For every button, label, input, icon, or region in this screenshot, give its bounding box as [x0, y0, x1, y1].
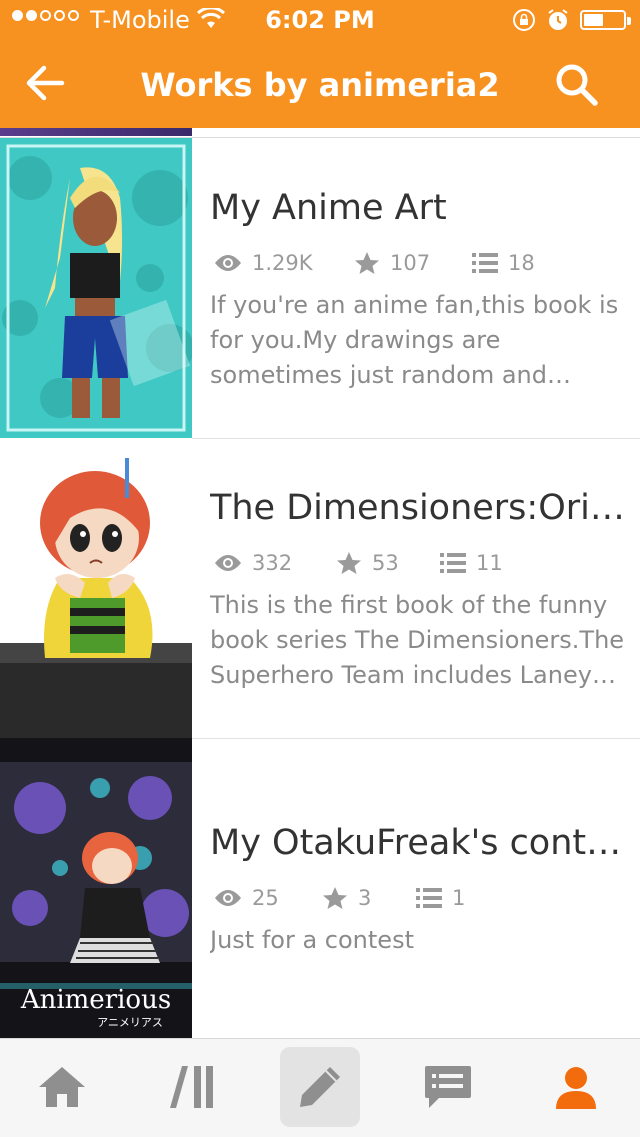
search-icon[interactable] [552, 60, 600, 108]
work-row[interactable]: My Anime Art 1.29K 107 18 If you're an a… [0, 138, 640, 439]
eye-icon [215, 555, 241, 571]
tab-write[interactable] [280, 1047, 360, 1127]
profile-icon [556, 1067, 596, 1109]
battery-fill [584, 14, 603, 26]
parts-list-icon [472, 253, 498, 273]
tab-home[interactable] [22, 1047, 102, 1127]
parts-count: 11 [476, 551, 503, 575]
previous-cover-edge [0, 128, 192, 136]
work-title[interactable]: My Anime Art [210, 188, 630, 228]
star-icon [323, 887, 347, 909]
eye-icon [215, 255, 241, 271]
work-description: Just for a contest [210, 926, 414, 954]
cover-art-image [0, 138, 192, 438]
cover-art-image: Animerious アニメリアス [0, 738, 192, 1038]
work-description: If you're an anime fan,this book is for … [210, 291, 619, 389]
work-cover[interactable] [0, 138, 192, 438]
battery-icon [580, 10, 631, 30]
work-stats: 332 53 11 [214, 548, 503, 578]
work-row[interactable]: Animerious アニメリアス My OtakuFreak's conte…… [0, 738, 640, 1038]
alarm-icon [548, 9, 568, 30]
rotation-lock-icon [513, 9, 535, 31]
pencil-icon [300, 1067, 340, 1107]
views-count: 25 [252, 886, 279, 910]
messages-icon [425, 1066, 471, 1108]
votes-count: 53 [372, 551, 399, 575]
home-icon [39, 1067, 85, 1107]
work-stats: 1.29K 107 18 [214, 248, 535, 278]
work-title[interactable]: The Dimensioners:Orig… [210, 488, 630, 528]
votes-count: 107 [390, 251, 431, 275]
eye-icon [215, 890, 241, 906]
status-bar: T-Mobile 6:02 PM [0, 0, 640, 40]
star-icon [355, 252, 379, 274]
navigation-bar: Works by animeria2 [0, 40, 640, 128]
votes-count: 3 [358, 886, 372, 910]
works-list[interactable]: My Anime Art 1.29K 107 18 If you're an a… [0, 128, 640, 1038]
views-count: 1.29K [252, 251, 313, 275]
tab-messages[interactable] [408, 1047, 488, 1127]
views-count: 332 [252, 551, 293, 575]
work-cover[interactable]: Animerious アニメリアス [0, 738, 192, 1038]
library-icon [170, 1066, 213, 1108]
parts-count: 1 [452, 886, 466, 910]
tab-bar [0, 1038, 640, 1137]
status-time: 6:02 PM [265, 6, 375, 34]
cover-logo-subtext: アニメリアス [97, 1016, 163, 1029]
tab-profile[interactable] [536, 1047, 616, 1127]
parts-list-icon [416, 888, 442, 908]
work-title[interactable]: My OtakuFreak's conte… [210, 823, 630, 863]
work-description: This is the first book of the funny book… [210, 591, 625, 689]
work-stats: 25 3 1 [214, 883, 465, 913]
cover-logo-text: Animerious [20, 985, 171, 1015]
app-header: T-Mobile 6:02 PM Works by animeria2 [0, 0, 640, 128]
cover-art-image [0, 438, 192, 738]
tab-library[interactable] [152, 1047, 232, 1127]
work-row[interactable]: The Dimensioners:Orig… 332 53 11 This is… [0, 438, 640, 739]
star-icon [337, 552, 361, 574]
work-cover[interactable] [0, 438, 192, 738]
parts-list-icon [440, 553, 466, 573]
page-title: Works by animeria2 [140, 66, 500, 104]
parts-count: 18 [508, 251, 535, 275]
